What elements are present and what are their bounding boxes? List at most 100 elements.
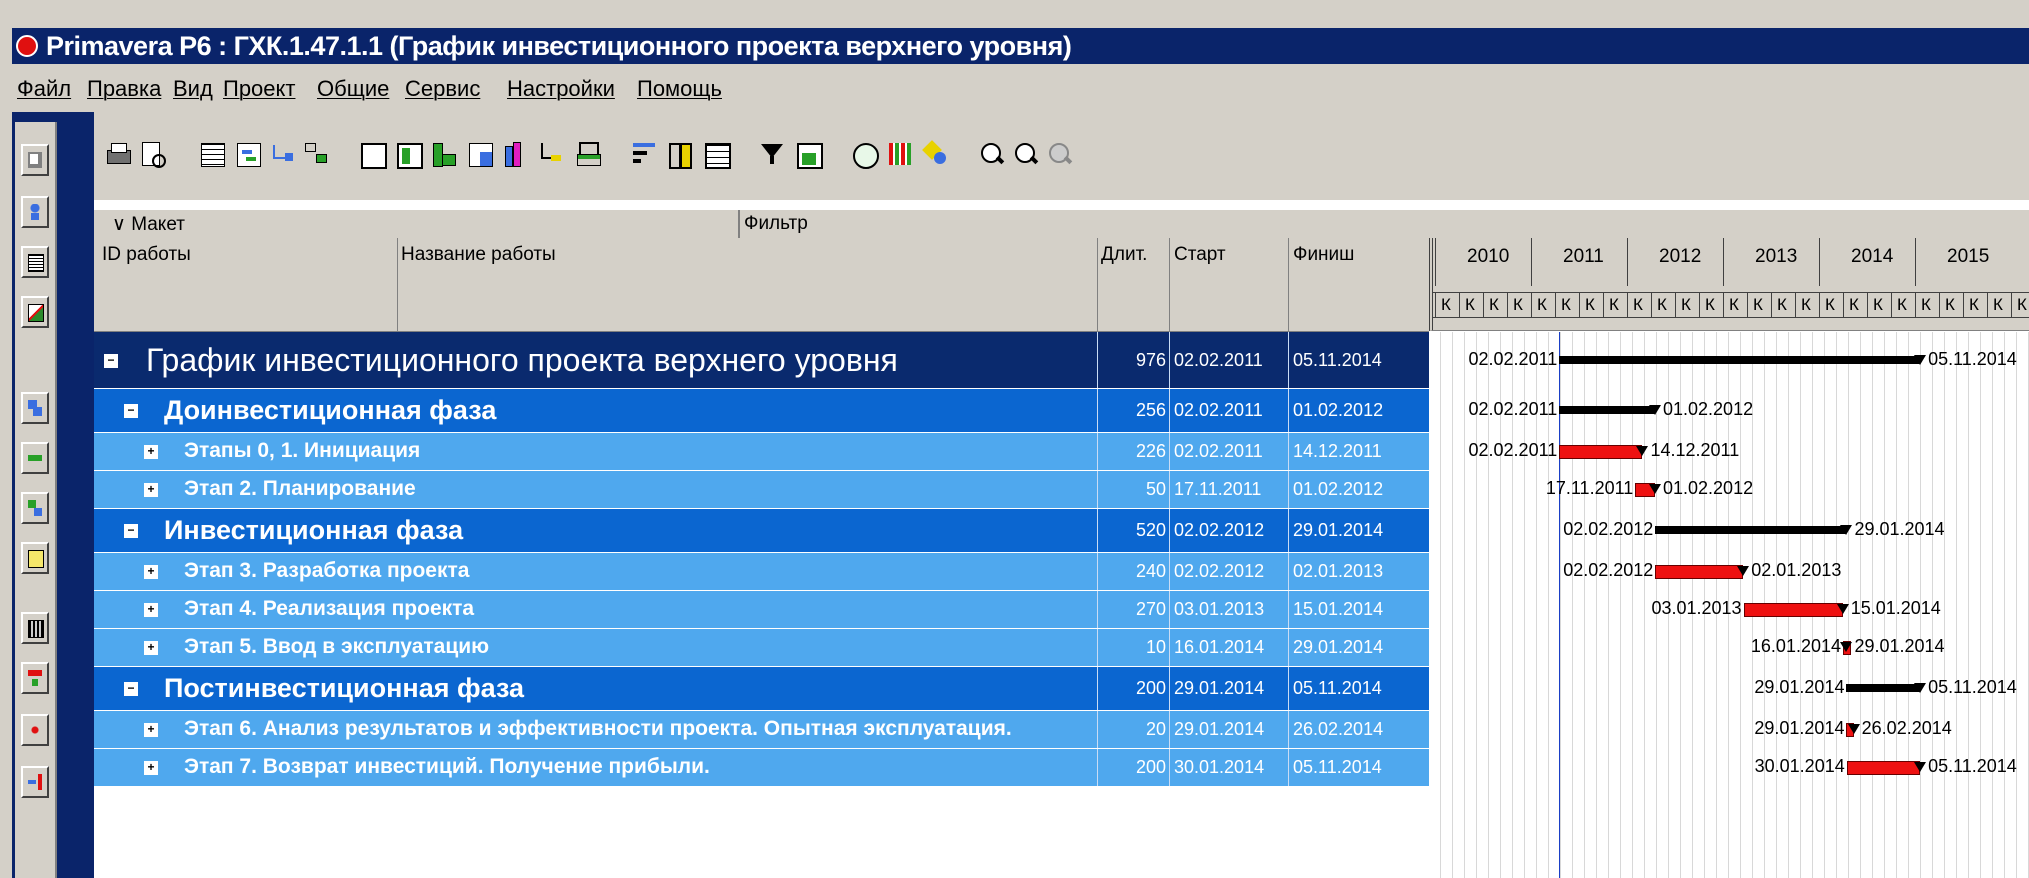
activity-row[interactable]: + Этап 4. Реализация проекта 270 03.01.2013… [94,591,1429,629]
activity-start: 02.02.2011 [1174,350,1263,370]
activity-row[interactable]: − Инвестиционная фаза 520 02.02.2012 29.01.2… [94,509,1429,553]
collapse-icon[interactable]: − [124,524,138,538]
filter-icon[interactable] [758,140,788,170]
table-icon[interactable] [702,140,732,170]
activity-start: 02.02.2011 [1174,441,1263,461]
summary-bar[interactable] [1559,406,1655,414]
work-products-button[interactable] [21,542,49,574]
gantt-chart-icon[interactable] [234,140,264,170]
relationship-icon[interactable] [270,140,300,170]
bar-finish-label: 02.01.2013 [1751,560,1842,580]
schedule-icon[interactable] [850,140,880,170]
layout-icon[interactable] [466,140,496,170]
timescale-quarter: К [1561,295,1571,314]
activity-row[interactable]: − Доинвестиционная фаза 256 02.02.2011 01.02… [94,389,1429,433]
store-baseline-icon[interactable] [922,140,952,170]
col-header-start[interactable]: Старт [1174,244,1226,266]
print-icon[interactable] [104,140,134,170]
expenses-button[interactable] [21,612,49,644]
activity-row[interactable]: + Этап 6. Анализ результатов и эффективно… [94,711,1429,749]
activity-row[interactable]: + Этапы 0, 1. Инициация 226 02.02.2011 14.12… [94,433,1429,471]
progress-line-icon[interactable] [574,140,604,170]
summary-bar[interactable] [1559,356,1921,364]
details-icon[interactable] [666,140,696,170]
tracking-button[interactable] [21,296,49,328]
cell-divider [1288,667,1289,710]
filter-label[interactable]: Фильтр [744,213,808,235]
resources-button[interactable] [21,196,49,228]
expand-icon[interactable]: + [144,483,158,497]
collapse-icon[interactable]: − [124,404,138,418]
menu-settings[interactable]: Настройки [507,76,615,102]
activity-row[interactable]: + Этап 5. Ввод в эксплуатацию 10 16.01.2014… [94,629,1429,667]
menu-help[interactable]: Помощь [637,76,722,102]
bar-finish-label: 14.12.2011 [1650,440,1740,460]
col-header-id[interactable]: ID работы [102,244,191,266]
activities-button[interactable] [21,442,49,474]
activity-bar[interactable] [1655,565,1744,579]
level-icon[interactable] [886,140,916,170]
cell-divider [1288,433,1289,470]
activity-row[interactable]: − Постинвестиционная фаза 200 29.01.2014 05.… [94,667,1429,711]
reports-icon [28,254,44,272]
columns-icon[interactable] [358,140,388,170]
layout-dropdown[interactable]: ∨ Макет [112,213,185,236]
activity-bar[interactable] [1559,445,1643,459]
issues-button[interactable] [21,714,49,746]
zoom-in-icon[interactable] [978,140,1008,170]
relationship-lines-icon[interactable] [538,140,568,170]
expand-icon[interactable]: + [144,641,158,655]
layout-options-icon[interactable] [794,140,824,170]
wbs-button[interactable] [21,392,49,424]
menu-edit[interactable]: Правка [87,76,161,102]
col-header-finish[interactable]: Финиш [1293,244,1354,266]
col-header-name[interactable]: Название работы [401,244,556,266]
summary-bar[interactable] [1655,526,1847,534]
collapse-icon[interactable]: − [124,682,138,696]
assignments-button[interactable] [21,492,49,524]
collapse-icon[interactable]: − [104,354,118,368]
activity-start: 02.02.2012 [1174,520,1265,540]
projects-button[interactable] [21,144,49,176]
activity-row[interactable]: − График инвестиционного проекта верхнего… [94,332,1429,389]
bars-icon[interactable] [394,140,424,170]
activity-row[interactable]: + Этап 2. Планирование 50 17.11.2011 01.02.2… [94,471,1429,509]
col-header-duration[interactable]: Длит. [1101,244,1147,266]
activity-finish: 05.11.2014 [1293,678,1382,698]
expand-icon[interactable]: + [144,445,158,459]
timescale-quarters: ККККККККККККККККККККККККК [1433,292,2029,318]
timescale-quarter: К [1633,295,1643,314]
expand-icon[interactable]: + [144,761,158,775]
expand-icon[interactable]: + [144,565,158,579]
summary-bar[interactable] [1846,684,1921,692]
network-icon[interactable] [302,140,332,170]
quarter-divider [1699,293,1700,317]
main-toolbar [94,112,2029,202]
expand-icon[interactable]: + [144,723,158,737]
print-preview-icon[interactable] [138,140,168,170]
expand-icon[interactable]: + [144,603,158,617]
resource-histogram-icon[interactable] [502,140,532,170]
timescale-icon[interactable] [430,140,460,170]
menu-view[interactable]: Вид [173,76,213,102]
activity-name: Этапы 0, 1. Инициация [184,439,421,462]
group-sort-icon[interactable] [630,140,660,170]
activity-bar[interactable] [1743,603,1843,617]
activity-row[interactable]: + Этап 7. Возврат инвестиций. Получение п… [94,749,1429,787]
menu-general[interactable]: Общие [317,76,389,102]
zoom-fit-icon[interactable] [1046,140,1076,170]
next-button[interactable] [21,766,49,798]
menu-project[interactable]: Проект [223,76,295,102]
timescale-quarter: К [1825,295,1835,314]
menu-file[interactable]: Файл [17,76,71,102]
quarter-divider [1915,293,1916,317]
activity-bar[interactable] [1846,761,1921,775]
zoom-out-icon[interactable] [1012,140,1042,170]
thresholds-button[interactable] [21,662,49,694]
menu-service[interactable]: Сервис [405,76,480,102]
reports-button[interactable] [21,246,49,278]
activity-row[interactable]: + Этап 3. Разработка проекта 240 02.02.2012… [94,553,1429,591]
activity-finish: 15.01.2014 [1293,599,1384,619]
activity-table-icon[interactable] [198,140,228,170]
directory-toolbar [12,112,94,878]
